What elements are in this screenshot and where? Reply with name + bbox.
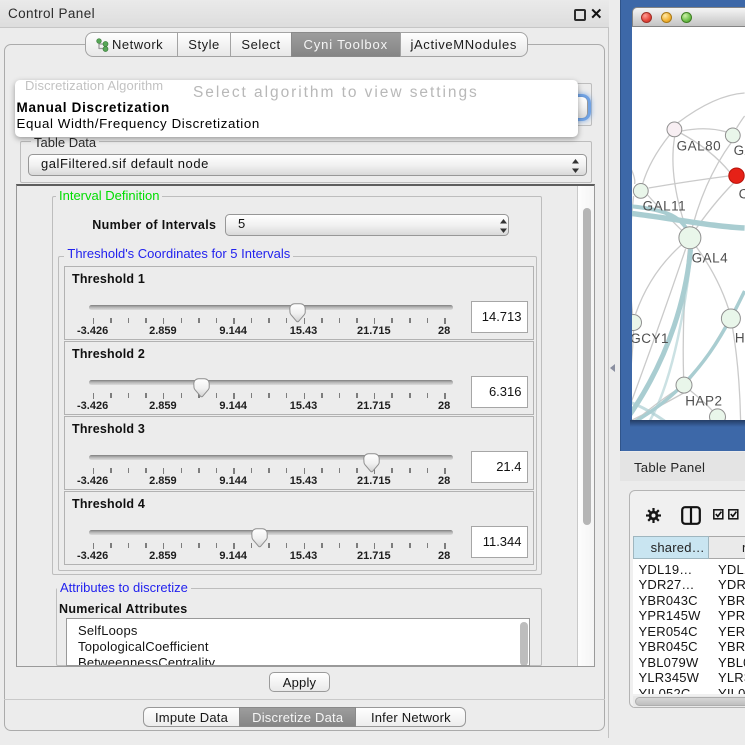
svg-text:GAL4: GAL4 [692, 251, 729, 266]
svg-text:GA: GA [734, 143, 745, 158]
svg-text:GCY1: GCY1 [632, 331, 669, 346]
svg-text:GAL80: GAL80 [677, 139, 722, 154]
svg-text:GAL11: GAL11 [643, 199, 687, 214]
svg-text:C: C [739, 187, 745, 202]
svg-text:HAP2: HAP2 [686, 394, 723, 409]
svg-text:H: H [735, 331, 745, 346]
